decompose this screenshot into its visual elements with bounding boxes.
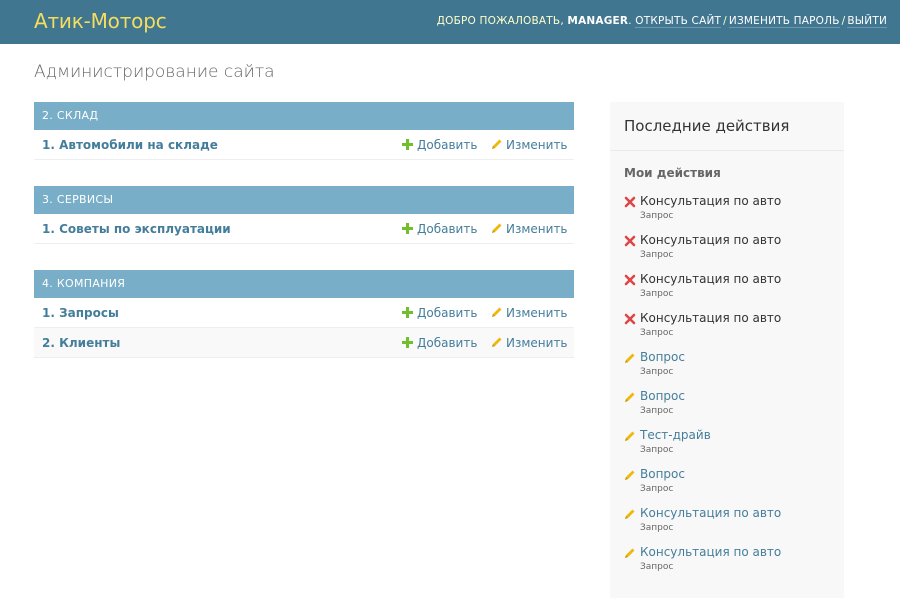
- add-label: Добавить: [417, 306, 478, 320]
- action-model: Запрос: [640, 250, 674, 260]
- header-bar: Атик-Моторс ДОБРО ПОЖАЛОВАТЬ, MANAGER. О…: [0, 0, 900, 44]
- action-model: Запрос: [640, 211, 674, 221]
- model-link[interactable]: 1. Советы по эксплуатации: [42, 222, 231, 236]
- action-item: Консультация по авто Запрос: [624, 272, 839, 311]
- change-label: Изменить: [506, 222, 568, 236]
- plus-icon: [402, 307, 413, 318]
- change-link[interactable]: Изменить: [491, 336, 568, 350]
- add-link[interactable]: Добавить: [402, 306, 477, 320]
- action-model: Запрос: [640, 367, 674, 377]
- action-title: Консультация по авто: [640, 233, 782, 247]
- action-model: Запрос: [640, 562, 674, 572]
- module-caption[interactable]: 3. СЕРВИСЫ: [34, 186, 574, 214]
- username: MANAGER: [567, 15, 629, 27]
- action-model: Запрос: [640, 445, 674, 455]
- add-label: Добавить: [417, 138, 478, 152]
- module-sklad: 2. СКЛАД 1. Автомобили на складе Добавит…: [34, 102, 574, 160]
- user-tools: ДОБРО ПОЖАЛОВАТЬ, MANAGER. ОТКРЫТЬ САЙТ /…: [436, 15, 887, 28]
- action-model: Запрос: [640, 328, 674, 338]
- module-kompaniya: 4. КОМПАНИЯ 1. Запросы Добавить Изменить…: [34, 270, 574, 358]
- action-item: Вопрос Запрос: [624, 389, 839, 428]
- action-title[interactable]: Тест-драйв: [640, 428, 711, 442]
- action-item: Консультация по авто Запрос: [624, 311, 839, 350]
- model-link[interactable]: 1. Запросы: [42, 306, 119, 320]
- change-password-link[interactable]: ИЗМЕНИТЬ ПАРОЛЬ: [728, 15, 840, 28]
- change-link[interactable]: Изменить: [491, 138, 568, 152]
- delete-icon: [624, 274, 636, 286]
- model-row: 1. Запросы Добавить Изменить: [34, 298, 574, 328]
- pencil-icon: [625, 353, 635, 363]
- change-label: Изменить: [506, 306, 568, 320]
- welcome-text: ДОБРО ПОЖАЛОВАТЬ,: [436, 15, 564, 27]
- action-model: Запрос: [640, 289, 674, 299]
- add-link[interactable]: Добавить: [402, 222, 477, 236]
- pencil-icon: [625, 548, 635, 558]
- action-item: Вопрос Запрос: [624, 467, 839, 506]
- change-link[interactable]: Изменить: [491, 222, 568, 236]
- model-link[interactable]: 1. Автомобили на складе: [42, 138, 218, 152]
- pencil-icon: [492, 307, 502, 317]
- plus-icon: [402, 223, 413, 234]
- action-item: Консультация по авто Запрос: [624, 233, 839, 272]
- pencil-icon: [492, 223, 502, 233]
- actions-list: Консультация по авто Запрос Консультация…: [624, 194, 839, 584]
- model-row: 1. Советы по эксплуатации Добавить Измен…: [34, 214, 574, 244]
- add-link[interactable]: Добавить: [402, 336, 477, 350]
- add-label: Добавить: [417, 336, 478, 350]
- pencil-icon: [492, 139, 502, 149]
- module-caption[interactable]: 4. КОМПАНИЯ: [34, 270, 574, 298]
- action-title[interactable]: Консультация по авто: [640, 506, 781, 520]
- module-caption[interactable]: 2. СКЛАД: [34, 102, 574, 130]
- pencil-icon: [625, 431, 635, 441]
- pencil-icon: [625, 470, 635, 480]
- action-title[interactable]: Вопрос: [640, 467, 685, 481]
- action-title[interactable]: Вопрос: [640, 350, 685, 364]
- logout-link[interactable]: ВЫЙТИ: [847, 15, 887, 28]
- add-link[interactable]: Добавить: [402, 138, 477, 152]
- plus-icon: [402, 139, 413, 150]
- pencil-icon: [492, 337, 502, 347]
- pencil-icon: [625, 392, 635, 402]
- recent-actions-panel: Последние действия Мои действия Консульт…: [610, 102, 844, 598]
- action-item: Консультация по авто Запрос: [624, 194, 839, 233]
- pencil-icon: [625, 509, 635, 519]
- change-label: Изменить: [506, 138, 568, 152]
- add-label: Добавить: [417, 222, 478, 236]
- action-title: Консультация по авто: [640, 272, 782, 286]
- action-item: Консультация по авто Запрос: [624, 545, 839, 584]
- delete-icon: [624, 235, 636, 247]
- model-link[interactable]: 2. Клиенты: [42, 336, 120, 350]
- change-link[interactable]: Изменить: [491, 306, 568, 320]
- action-title: Консультация по авто: [640, 194, 782, 208]
- action-item: Консультация по авто Запрос: [624, 506, 839, 545]
- action-title: Консультация по авто: [640, 311, 782, 325]
- delete-icon: [624, 196, 636, 208]
- action-model: Запрос: [640, 484, 674, 494]
- page-title: Администрирование сайта: [34, 62, 275, 82]
- action-model: Запрос: [640, 406, 674, 416]
- my-actions-heading: Мои действия: [624, 166, 721, 180]
- plus-icon: [402, 337, 413, 348]
- action-title[interactable]: Вопрос: [640, 389, 685, 403]
- action-model: Запрос: [640, 523, 674, 533]
- model-row: 2. Клиенты Добавить Изменить: [34, 328, 574, 358]
- recent-actions-title: Последние действия: [610, 102, 844, 151]
- site-branding[interactable]: Атик-Моторс: [34, 9, 167, 33]
- model-row: 1. Автомобили на складе Добавить Изменит…: [34, 130, 574, 160]
- action-item: Вопрос Запрос: [624, 350, 839, 389]
- delete-icon: [624, 313, 636, 325]
- module-servisy: 3. СЕРВИСЫ 1. Советы по эксплуатации Доб…: [34, 186, 574, 244]
- action-item: Тест-драйв Запрос: [624, 428, 839, 467]
- view-site-link[interactable]: ОТКРЫТЬ САЙТ: [635, 15, 722, 28]
- action-title[interactable]: Консультация по авто: [640, 545, 781, 559]
- change-label: Изменить: [506, 336, 568, 350]
